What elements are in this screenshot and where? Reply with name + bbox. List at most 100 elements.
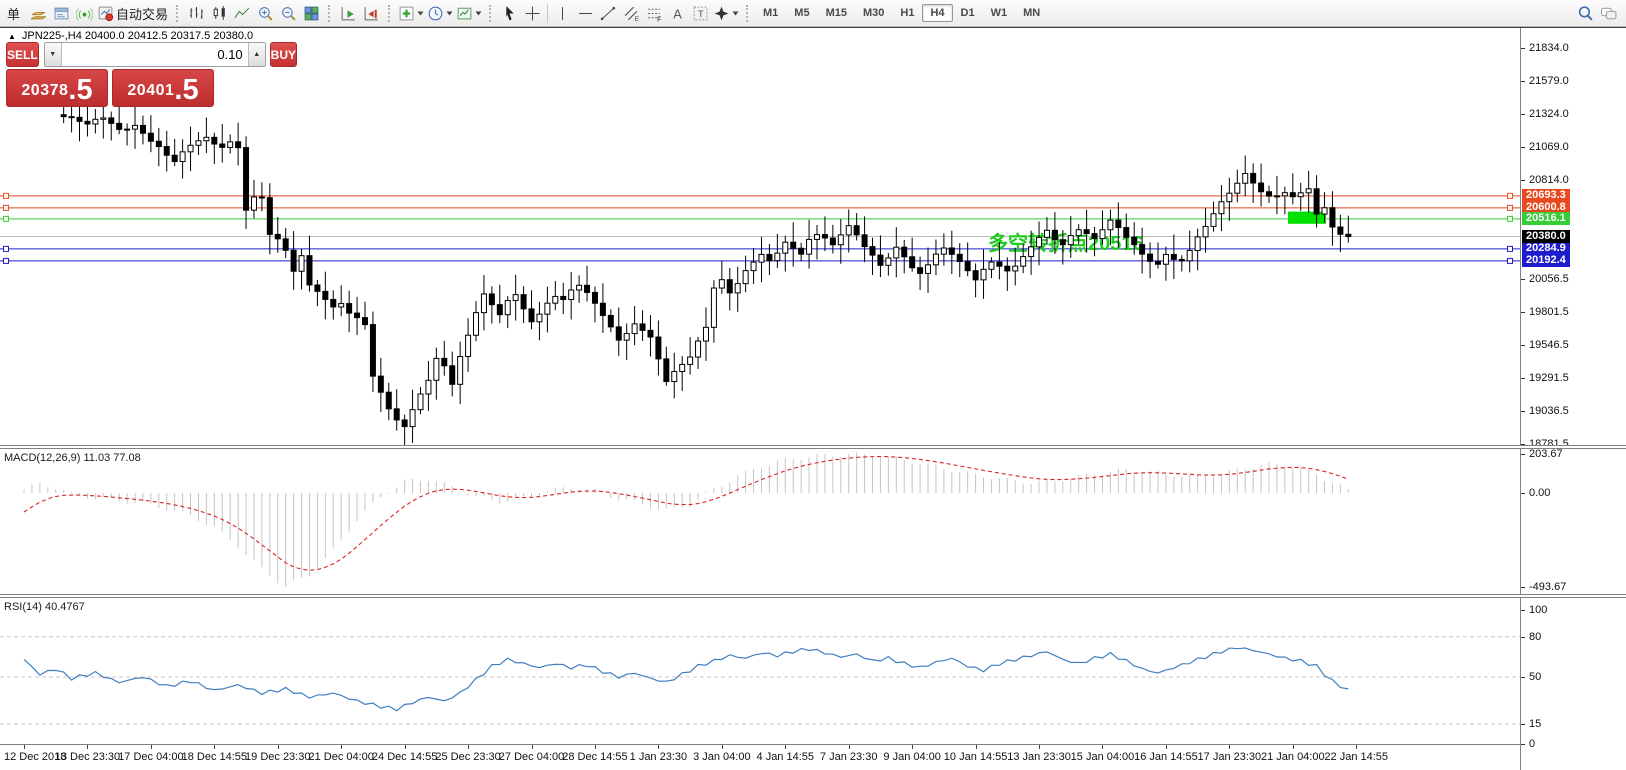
price-scale[interactable]: 21834.0 21579.0 21324.0 21069.0 20814.0 20056… [1520, 28, 1626, 770]
time-axis[interactable]: 12 Dec 2018 13 Dec 23:30 17 Dec 04:00 18 De… [0, 744, 1626, 770]
text-tool-glyph: A [673, 6, 682, 21]
candlestick-mode-button[interactable] [208, 1, 231, 26]
fibonacci-tool-button[interactable]: F [643, 1, 666, 26]
cursor-tool-button[interactable] [498, 1, 521, 26]
time-tick-mark [848, 745, 850, 749]
scale-tick-mark [1521, 278, 1525, 280]
macd-panel-chart[interactable] [0, 449, 1520, 595]
macd-indicator-label: MACD(12,26,9) 11.03 77.08 [4, 452, 141, 464]
time-tick-label: 21 Jan 04:00 [1260, 751, 1325, 763]
scale-tick-label: 100 [1529, 604, 1548, 616]
time-tick-label: 16 Jan 14:55 [1134, 751, 1198, 763]
sell-button[interactable]: SELL [6, 42, 39, 67]
rsi-indicator-label: RSI(14) 40.4767 [4, 601, 85, 613]
symbol-ohlc-text: JPN225-,H4 20400.0 20412.5 20317.5 20380… [21, 30, 254, 42]
sell-price-big: .5 [68, 74, 93, 106]
scale-tick-label: 19291.5 [1529, 371, 1569, 384]
tile-windows-button[interactable] [300, 1, 323, 26]
sell-price[interactable]: 20378.5 [6, 69, 108, 107]
scale-tick-label: 21324.0 [1529, 107, 1569, 120]
tf-button-mn[interactable]: MN [1015, 4, 1048, 22]
scale-tick-label: 50 [1529, 671, 1542, 683]
tf-button-w1[interactable]: W1 [983, 4, 1016, 22]
toolbar-grip [328, 4, 333, 22]
signal-icon[interactable] [73, 1, 96, 26]
price-line-chip[interactable]: 20192.4 [1522, 254, 1570, 268]
time-tick-mark [721, 745, 723, 749]
time-tick-label: 24 Dec 14:55 [371, 751, 438, 763]
main-price-chart[interactable]: 多空转折点20516 [0, 28, 1520, 446]
time-tick-mark [1292, 745, 1294, 749]
time-tick-label: 17 Jan 23:30 [1197, 751, 1262, 763]
horizontal-line-tool-button[interactable] [574, 1, 597, 26]
search-button[interactable] [1574, 1, 1597, 26]
periods-button[interactable] [426, 1, 455, 26]
panel-splitter[interactable] [0, 594, 1626, 598]
time-tick-mark [1039, 745, 1041, 749]
trendline-tool-button[interactable] [597, 1, 620, 26]
tf-button-m15[interactable]: M15 [818, 4, 855, 22]
time-tick-mark [1165, 745, 1167, 749]
scale-tick-label: 19546.5 [1529, 338, 1569, 351]
chevron-down-icon [417, 11, 424, 16]
text-label-tool-button[interactable]: T [689, 1, 712, 26]
bar-chart-mode-button[interactable] [185, 1, 208, 26]
auto-scroll-button[interactable] [337, 1, 360, 26]
tf-button-m30[interactable]: M30 [855, 4, 892, 22]
tf-button-h4[interactable]: H4 [922, 4, 953, 22]
zoom-in-button[interactable] [254, 1, 277, 26]
chevron-down-icon [732, 11, 739, 16]
scale-tick-mark [1521, 47, 1525, 49]
time-tick-label: 7 Jan 23:30 [819, 751, 878, 763]
price-line-chip[interactable]: 20380.0 [1522, 230, 1570, 244]
one-click-collapse-toggle[interactable]: ▲ [8, 32, 16, 41]
autotrading-button[interactable]: 自动交易 [96, 1, 171, 26]
chat-button[interactable] [1597, 1, 1620, 26]
scale-tick-mark [1521, 586, 1525, 588]
scale-tick-label: 20056.5 [1529, 272, 1569, 285]
time-tick-label: 18 Dec 14:55 [181, 751, 248, 763]
time-tick-label: 10 Jan 14:55 [943, 751, 1008, 763]
scale-tick-label: 203.67 [1529, 448, 1563, 461]
channel-glyph: E [635, 15, 639, 21]
scale-tick-label: -493.67 [1529, 580, 1567, 593]
indicators-button[interactable] [397, 1, 426, 26]
new-order-gold-icon[interactable] [27, 1, 50, 26]
volume-input[interactable] [61, 43, 248, 66]
rsi-panel-chart[interactable] [0, 598, 1520, 744]
terminal-icon[interactable] [50, 1, 73, 26]
toolbar-grip [489, 4, 494, 22]
time-tick-label: 25 Dec 23:30 [435, 751, 501, 763]
volume-decrease-button[interactable]: ▼ [44, 43, 62, 66]
chart-shift-button[interactable] [360, 1, 383, 26]
autotrading-label: 自动交易 [116, 6, 169, 22]
panel-splitter[interactable] [0, 445, 1626, 449]
time-tick-label: 4 Jan 14:55 [756, 751, 815, 763]
tf-button-m1[interactable]: M1 [755, 4, 786, 22]
buy-price[interactable]: 20401.5 [112, 69, 214, 107]
vertical-line-tool-button[interactable] [551, 1, 574, 26]
time-tick-label: 21 Dec 04:00 [308, 751, 374, 763]
equidistant-channel-tool-button[interactable]: E [620, 1, 643, 26]
volume-increase-button[interactable]: ▲ [247, 43, 265, 66]
scale-tick-mark [1521, 677, 1525, 678]
time-tick-label: 22 Jan 14:55 [1324, 751, 1389, 763]
line-chart-mode-button[interactable] [231, 1, 254, 26]
arrows-tool-button[interactable] [712, 1, 741, 26]
time-tick-mark [150, 745, 152, 749]
buy-button[interactable]: BUY [269, 42, 298, 67]
chart-window: ▲ JPN225-,H4 20400.0 20412.5 20317.5 203… [0, 27, 1626, 770]
time-tick-mark [1102, 745, 1104, 749]
price-line-chip[interactable]: 20516.1 [1522, 212, 1570, 226]
zoom-out-button[interactable] [277, 1, 300, 26]
time-tick-label: 1 Jan 23:30 [629, 751, 688, 763]
new-order-button[interactable]: 单 [0, 1, 27, 26]
tf-button-h1[interactable]: H1 [892, 4, 922, 22]
templates-button[interactable] [455, 1, 484, 26]
time-tick-label: 13 Dec 23:30 [54, 751, 121, 763]
buy-price-big: .5 [174, 74, 199, 106]
tf-button-d1[interactable]: D1 [953, 4, 983, 22]
crosshair-tool-button[interactable] [521, 1, 544, 26]
tf-button-m5[interactable]: M5 [786, 4, 817, 22]
text-tool-button[interactable]: A [666, 1, 689, 26]
